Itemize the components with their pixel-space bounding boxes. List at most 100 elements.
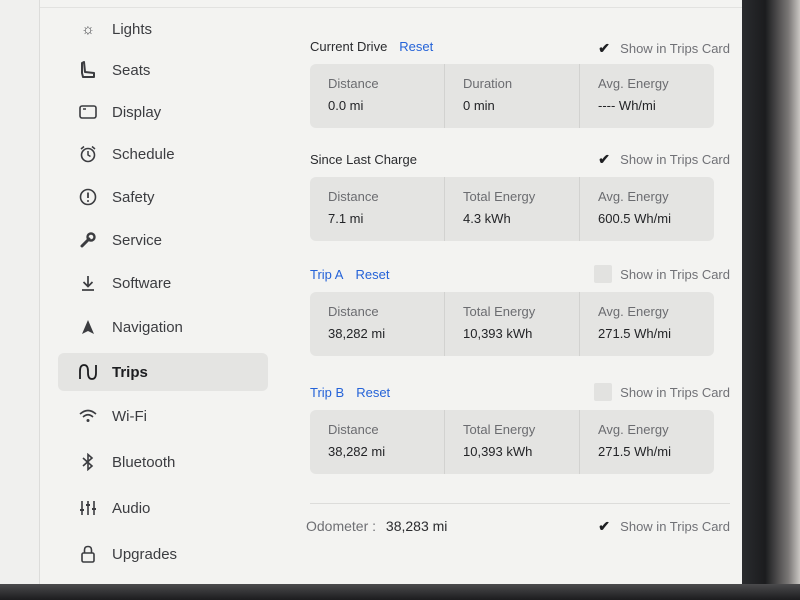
stat-value: ---- Wh/mi: [598, 98, 656, 113]
screen-bezel-right: [742, 0, 800, 600]
checkmark-icon: ✔: [598, 150, 611, 167]
trips-panel: Current Drive Reset ✔ Show in Trips Card…: [300, 0, 740, 586]
stat-label: Avg. Energy: [598, 76, 669, 91]
stat-distance: Distance 7.1 mi: [310, 177, 445, 241]
sidebar-item-label: Wi-Fi: [112, 407, 147, 425]
sidebar-item-wifi[interactable]: Wi-Fi: [58, 397, 268, 435]
stat-distance: Distance 38,282 mi: [310, 292, 445, 356]
checkbox-empty-icon: [594, 265, 613, 283]
trip-a-reset-button[interactable]: Reset: [355, 267, 389, 282]
show-in-trips-card-label: Show in Trips Card: [620, 384, 730, 400]
current-drive-show-toggle[interactable]: ✔ Show in Trips Card: [596, 40, 730, 56]
show-in-trips-card-label: Show in Trips Card: [620, 40, 730, 56]
settings-sidebar: ☼ Lights Seats Display Schedule Safety S…: [40, 0, 272, 586]
stat-total-energy: Total Energy 10,393 kWh: [445, 292, 580, 356]
lock-icon: [78, 544, 98, 564]
seat-icon: [78, 60, 98, 80]
sidebar-item-safety[interactable]: Safety: [58, 178, 268, 216]
stat-avg-energy: Avg. Energy 271.5 Wh/mi: [580, 410, 714, 474]
trip-a-show-toggle[interactable]: Show in Trips Card: [594, 265, 730, 283]
left-panel-edge: [0, 0, 40, 586]
trips-icon: [78, 362, 98, 382]
stat-total-energy: Total Energy 4.3 kWh: [445, 177, 580, 241]
checkmark-icon: ✔: [598, 517, 611, 534]
stat-label: Distance: [328, 422, 379, 437]
stat-label: Total Energy: [463, 304, 536, 319]
sidebar-item-label: Seats: [112, 61, 151, 79]
stat-value: 38,282 mi: [328, 444, 386, 459]
sun-icon: ☼: [81, 20, 95, 38]
sidebar-item-lights[interactable]: ☼ Lights: [58, 10, 268, 48]
stat-total-energy: Total Energy 10,393 kWh: [445, 410, 580, 474]
odometer-show-toggle[interactable]: ✔ Show in Trips Card: [596, 518, 730, 534]
sidebar-item-service[interactable]: Service: [58, 221, 268, 259]
alert-circle-icon: [78, 187, 98, 207]
sidebar-item-schedule[interactable]: Schedule: [58, 135, 268, 173]
stat-value: 10,393 kWh: [463, 326, 533, 341]
stat-label: Avg. Energy: [598, 422, 669, 437]
trip-b-show-toggle[interactable]: Show in Trips Card: [594, 383, 730, 401]
touchscreen: ☼ Lights Seats Display Schedule Safety S…: [0, 0, 772, 586]
stat-label: Avg. Energy: [598, 304, 669, 319]
stat-value: 4.3 kWh: [463, 211, 511, 226]
stat-label: Duration: [463, 76, 513, 91]
sidebar-item-label: Software: [112, 274, 172, 292]
display-icon: [78, 102, 98, 122]
current-drive-title: Current Drive: [310, 38, 388, 54]
navigation-arrow-icon: [78, 317, 98, 337]
alarm-icon: [78, 144, 98, 164]
odometer-value: 38,283 mi: [385, 518, 448, 534]
trip-b-title[interactable]: Trip B: [310, 385, 344, 400]
odometer: Odometer : 38,283 mi: [306, 518, 447, 534]
equalizer-icon: [78, 498, 98, 518]
sidebar-item-label: Upgrades: [112, 545, 178, 563]
current-drive-stats: Distance 0.0 mi Duration 0 min Avg. Ener…: [310, 64, 714, 128]
current-drive-reset-button[interactable]: Reset: [399, 39, 433, 54]
sidebar-item-audio[interactable]: Audio: [58, 489, 268, 527]
since-last-charge-stats: Distance 7.1 mi Total Energy 4.3 kWh Avg…: [310, 177, 714, 241]
stat-value: 38,282 mi: [328, 326, 386, 341]
download-icon: [78, 273, 98, 293]
checkmark-icon: ✔: [598, 39, 611, 56]
show-in-trips-card-label: Show in Trips Card: [620, 518, 730, 534]
stat-duration: Duration 0 min: [445, 64, 580, 128]
checkbox-empty-icon: [594, 383, 613, 401]
wrench-icon: [78, 230, 98, 250]
trip-a-title[interactable]: Trip A: [310, 267, 343, 282]
stat-avg-energy: Avg. Energy 271.5 Wh/mi: [580, 292, 714, 356]
sidebar-item-label: Display: [112, 103, 162, 121]
sidebar-item-upgrades[interactable]: Upgrades: [58, 535, 268, 573]
sidebar-item-label: Navigation: [112, 318, 183, 336]
stat-value: 600.5 Wh/mi: [598, 211, 671, 226]
sidebar-item-label: Lights: [112, 20, 153, 38]
trip-b-reset-button[interactable]: Reset: [356, 385, 390, 400]
show-in-trips-card-label: Show in Trips Card: [620, 151, 730, 167]
sidebar-item-seats[interactable]: Seats: [58, 51, 268, 89]
stat-label: Total Energy: [463, 422, 536, 437]
stat-label: Avg. Energy: [598, 189, 669, 204]
stat-distance: Distance 0.0 mi: [310, 64, 445, 128]
odometer-label: Odometer :: [306, 518, 377, 534]
sidebar-item-display[interactable]: Display: [58, 93, 268, 131]
sidebar-item-label: Service: [112, 231, 163, 249]
trip-a-stats: Distance 38,282 mi Total Energy 10,393 k…: [310, 292, 714, 356]
sidebar-item-bluetooth[interactable]: Bluetooth: [58, 443, 268, 481]
stat-label: Distance: [328, 189, 379, 204]
sidebar-item-software[interactable]: Software: [58, 264, 268, 302]
sidebar-item-label: Audio: [112, 499, 151, 517]
stat-value: 7.1 mi: [328, 211, 364, 226]
stat-value: 0.0 mi: [328, 98, 364, 113]
stat-value: 271.5 Wh/mi: [598, 444, 671, 459]
since-last-charge-show-toggle[interactable]: ✔ Show in Trips Card: [596, 151, 730, 167]
bluetooth-icon: [78, 452, 98, 472]
sidebar-item-label: Trips: [112, 363, 148, 381]
sidebar-item-label: Bluetooth: [112, 453, 176, 471]
stat-avg-energy: Avg. Energy ---- Wh/mi: [580, 64, 714, 128]
wifi-icon: [78, 406, 98, 426]
stat-distance: Distance 38,282 mi: [310, 410, 445, 474]
screen-bezel-bottom: [0, 584, 800, 600]
since-last-charge-title: Since Last Charge: [310, 151, 417, 167]
sidebar-item-trips[interactable]: Trips: [58, 353, 268, 391]
stat-value: 271.5 Wh/mi: [598, 326, 671, 341]
sidebar-item-navigation[interactable]: Navigation: [58, 308, 268, 346]
